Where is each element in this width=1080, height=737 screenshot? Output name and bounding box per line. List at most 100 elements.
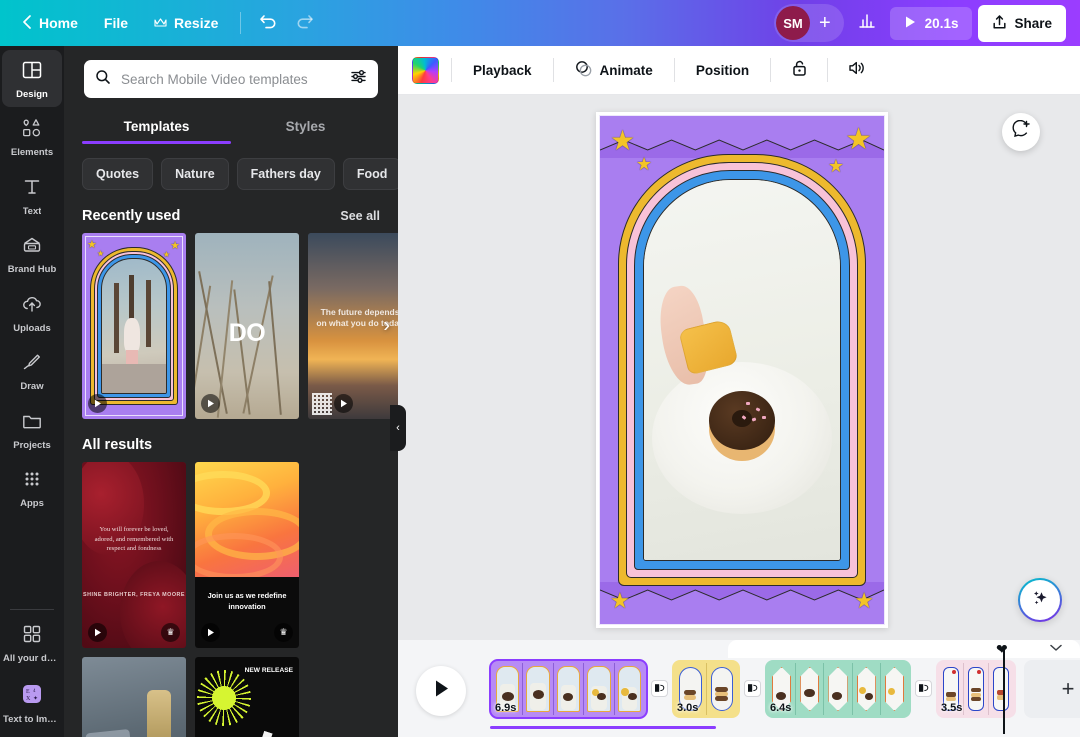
transition-icon <box>654 680 665 698</box>
timeline-clip-1[interactable]: 6.9s <box>490 660 647 718</box>
sidebar-item-label: Apps <box>20 499 44 509</box>
home-label: Home <box>39 15 78 31</box>
chevron-left-icon: ‹ <box>396 422 400 434</box>
pattern-decor <box>312 393 332 415</box>
home-button[interactable]: Home <box>10 8 90 39</box>
collaborators-group[interactable]: SM + <box>774 4 844 42</box>
star-icon: ★ <box>170 239 180 252</box>
template-card-beach-grass-do[interactable]: DO <box>195 233 299 419</box>
chevron-right-icon[interactable]: › <box>383 315 390 338</box>
crown-icon <box>154 15 167 31</box>
search-icon <box>95 69 111 90</box>
sidebar-item-brand-hub[interactable]: Brand Hub <box>2 225 62 282</box>
clip-duration: 6.4s <box>770 702 791 714</box>
play-icon[interactable] <box>201 623 220 642</box>
volume-button[interactable] <box>840 54 872 86</box>
tab-templates[interactable]: Templates <box>82 110 231 144</box>
redo-button[interactable] <box>287 6 321 40</box>
chip-fathers-day[interactable]: Fathers day <box>237 158 335 190</box>
play-icon <box>904 15 917 32</box>
position-button[interactable]: Position <box>687 56 758 85</box>
cloud-upload-icon <box>21 293 43 320</box>
sidebar-item-draw[interactable]: Draw <box>2 342 62 399</box>
chip-quotes[interactable]: Quotes <box>82 158 153 190</box>
preview-duration-button[interactable]: 20.1s <box>890 7 973 40</box>
sidebar-item-elements[interactable]: Elements <box>2 108 62 165</box>
clip-selection-bar[interactable] <box>490 726 716 729</box>
panel-collapse-button[interactable]: ‹ <box>390 405 406 451</box>
chip-nature[interactable]: Nature <box>161 158 229 190</box>
template-card-purple-arch-skater[interactable]: ★ ★ ★ ★ <box>82 233 186 419</box>
sprinkle <box>746 402 750 405</box>
timeline-collapse-button[interactable] <box>728 640 1080 658</box>
rail-divider <box>10 609 54 610</box>
section-title: Recently used <box>82 208 180 224</box>
tab-styles[interactable]: Styles <box>231 110 380 144</box>
arch-photo-mask[interactable] <box>643 179 841 561</box>
sidebar-item-label: Elements <box>11 148 53 158</box>
sidebar-item-label: All your desi... <box>3 654 61 664</box>
template-text: NEW RELEASE <box>245 667 293 675</box>
add-comment-button[interactable] <box>1002 113 1040 151</box>
transition-button-2[interactable] <box>744 680 761 697</box>
sidebar-item-text[interactable]: Text <box>2 167 62 224</box>
filter-sliders-icon[interactable] <box>350 68 367 90</box>
file-menu-button[interactable]: File <box>92 8 140 38</box>
sidebar-item-projects[interactable]: Projects <box>2 401 62 458</box>
transition-icon <box>918 680 929 698</box>
template-subtext: SHINE BRIGHTER, FREYA MOORE <box>82 592 186 600</box>
lock-button[interactable] <box>783 54 815 86</box>
grid-squares-icon <box>21 623 43 650</box>
search-input[interactable] <box>121 72 340 87</box>
add-page-button[interactable]: + <box>1024 660 1080 718</box>
template-card-orange-wave-innovation[interactable]: Join us as we redefine innovation ♛ <box>195 462 299 648</box>
star-icon: ★ <box>854 588 874 614</box>
sidebar-item-text-to-image[interactable]: E4X✦ Text to Image <box>2 673 62 732</box>
left-rail: Design Elements Text Brand Hub Uploads D… <box>0 46 64 737</box>
chip-food[interactable]: Food <box>343 158 398 190</box>
play-icon[interactable] <box>201 394 220 413</box>
brand-hub-icon <box>21 234 43 261</box>
template-text: Join us as we redefine innovation <box>202 590 292 612</box>
sidebar-item-uploads[interactable]: Uploads <box>2 284 62 341</box>
share-button[interactable]: Share <box>978 5 1066 42</box>
play-icon[interactable] <box>88 394 107 413</box>
add-collaborator-button[interactable]: + <box>814 12 836 35</box>
play-icon[interactable] <box>88 623 107 642</box>
playback-button[interactable]: Playback <box>464 56 541 85</box>
sidebar-item-apps[interactable]: Apps <box>2 459 62 516</box>
rainbow-color-swatch[interactable] <box>412 57 439 84</box>
duration-label: 20.1s <box>925 16 959 31</box>
design-page[interactable]: ★ ★ ★ ★ ★ ★ <box>596 112 888 628</box>
heart-playhead-icon: ❤ <box>996 642 1008 656</box>
lock-icon <box>791 59 808 82</box>
speaker-icon <box>847 59 866 82</box>
top-bar-left-group: Home File Resize <box>10 6 321 40</box>
play-icon[interactable] <box>334 394 353 413</box>
top-bar: Home File Resize SM + <box>0 0 1080 46</box>
play-icon <box>433 679 450 703</box>
transition-button-1[interactable] <box>651 680 668 697</box>
template-card-personal-branding-podcast[interactable]: Personal Branding Podcast ♛ <box>82 657 186 737</box>
timeline-clip-2[interactable]: 3.0s <box>672 660 740 718</box>
undo-button[interactable] <box>251 6 285 40</box>
timeline-clip-3[interactable]: 6.4s <box>765 660 911 718</box>
sidebar-item-design[interactable]: Design <box>2 50 62 107</box>
toolbar-divider <box>240 12 241 34</box>
resize-button[interactable]: Resize <box>142 8 230 38</box>
magic-ai-button[interactable] <box>1018 578 1062 622</box>
transition-button-3[interactable] <box>915 680 932 697</box>
animate-button[interactable]: Animate <box>566 53 662 88</box>
playhead[interactable]: ❤ <box>1003 646 1005 734</box>
template-card-new-release-lets[interactable]: NEW RELEASE Let's <box>195 657 299 737</box>
canvas-area[interactable]: ★ ★ ★ ★ ★ ★ <box>398 95 1080 640</box>
star-icon: ★ <box>845 122 872 157</box>
search-box[interactable] <box>84 60 378 98</box>
shapes-icon <box>21 117 43 144</box>
toolbar-divider <box>827 58 828 82</box>
timeline-play-button[interactable] <box>416 666 466 716</box>
insights-button[interactable] <box>850 6 884 40</box>
template-card-red-rose-memorial[interactable]: You will forever be loved, adored, and r… <box>82 462 186 648</box>
see-all-link[interactable]: See all <box>340 209 380 223</box>
sidebar-item-all-your-designs[interactable]: All your desi... <box>2 614 62 671</box>
